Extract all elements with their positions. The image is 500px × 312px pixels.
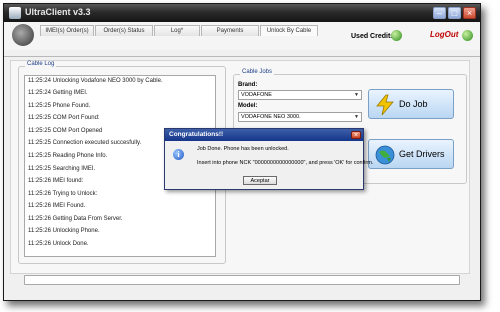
- dialog-message-2: Insert into phone NCK "0000000000000000"…: [197, 160, 374, 166]
- window-title: UltraClient v3.3: [25, 7, 91, 17]
- cable-jobs-title: Cable Jobs: [240, 69, 275, 75]
- log-line: 11:25:24 Unlocking Vodafone NEO 3000 by …: [28, 78, 163, 84]
- chevron-down-icon[interactable]: ▼: [353, 92, 360, 98]
- info-icon: i: [173, 149, 184, 160]
- used-credits-label: Used Credits]: [351, 33, 397, 40]
- get-drivers-button[interactable]: Get Drivers: [368, 139, 454, 169]
- log-line: 11:25:26 IMEI Found.: [28, 203, 86, 209]
- log-line: 11:25:25 Searching IMEI.: [28, 166, 96, 172]
- brand-value: VODAFONE: [241, 92, 272, 98]
- log-line: 11:25:24 Getting IMEI.: [28, 90, 88, 96]
- log-line: 11:25:26 Trying to Unlock:: [28, 191, 98, 197]
- tab-divider: [4, 56, 480, 57]
- globe-icon: [375, 145, 395, 165]
- status-bar: [24, 275, 460, 285]
- tab-imei-orders[interactable]: IMEI(s) Order(s): [40, 25, 94, 36]
- dialog-message-1: Job Done. Phone has been unlocked.: [197, 146, 289, 152]
- tab-order-status[interactable]: Order(s) Status: [95, 25, 153, 36]
- log-line: 11:25:26 Getting Data From Server.: [28, 216, 123, 222]
- brand-select[interactable]: VODAFONE ▼: [238, 90, 362, 100]
- app-icon: [9, 7, 21, 19]
- log-line: 11:25:25 COM Port Found:: [28, 115, 100, 121]
- message-dialog: Congratulations!! × i Job Done. Phone ha…: [164, 128, 373, 190]
- maximize-button[interactable]: □: [448, 7, 461, 19]
- chevron-down-icon[interactable]: ▼: [353, 114, 360, 120]
- get-drivers-label: Get Drivers: [399, 149, 445, 159]
- close-window-button[interactable]: ×: [463, 7, 476, 19]
- do-job-label: Do Job: [399, 99, 428, 109]
- tab-unlock-by-cable[interactable]: Unlock By Cable: [260, 25, 318, 36]
- minimize-button[interactable]: –: [433, 7, 446, 19]
- close-icon[interactable]: ×: [351, 131, 361, 139]
- model-label: Model:: [238, 103, 258, 109]
- cable-log-title: Cable Log: [25, 61, 57, 67]
- log-line: 11:25:25 COM Port Opened: [28, 128, 103, 134]
- log-line: 11:25:26 IMEI found:: [28, 178, 84, 184]
- model-value: VODAFONE NEO 3000.: [241, 114, 301, 120]
- log-line: 11:25:25 Reading Phone Info.: [28, 153, 108, 159]
- tab-payments[interactable]: Payments: [201, 25, 259, 36]
- log-line: 11:25:25 Phone Found.: [28, 103, 91, 109]
- dialog-title: Congratulations!!: [169, 131, 224, 138]
- logout-link[interactable]: LogOut: [430, 30, 458, 39]
- lightning-icon: [376, 94, 394, 116]
- log-line: 11:25:26 Unlock Done.: [28, 241, 89, 247]
- ok-button[interactable]: Aceptar: [243, 176, 277, 185]
- log-line: 11:25:26 Unlocking Phone.: [28, 228, 100, 234]
- credits-icon[interactable]: [391, 30, 402, 41]
- tab-log[interactable]: Log*: [154, 25, 200, 36]
- title-bar: UltraClient v3.3 – □ ×: [4, 4, 480, 22]
- do-job-button[interactable]: Do Job: [368, 89, 454, 119]
- logo-icon: [12, 24, 34, 46]
- dialog-title-bar: Congratulations!! ×: [165, 129, 363, 141]
- model-select[interactable]: VODAFONE NEO 3000. ▼: [238, 112, 362, 122]
- log-line: 11:25:25 Connection executed succesfully…: [28, 140, 142, 146]
- brand-label: Brand:: [238, 82, 258, 88]
- logout-icon[interactable]: [462, 30, 473, 41]
